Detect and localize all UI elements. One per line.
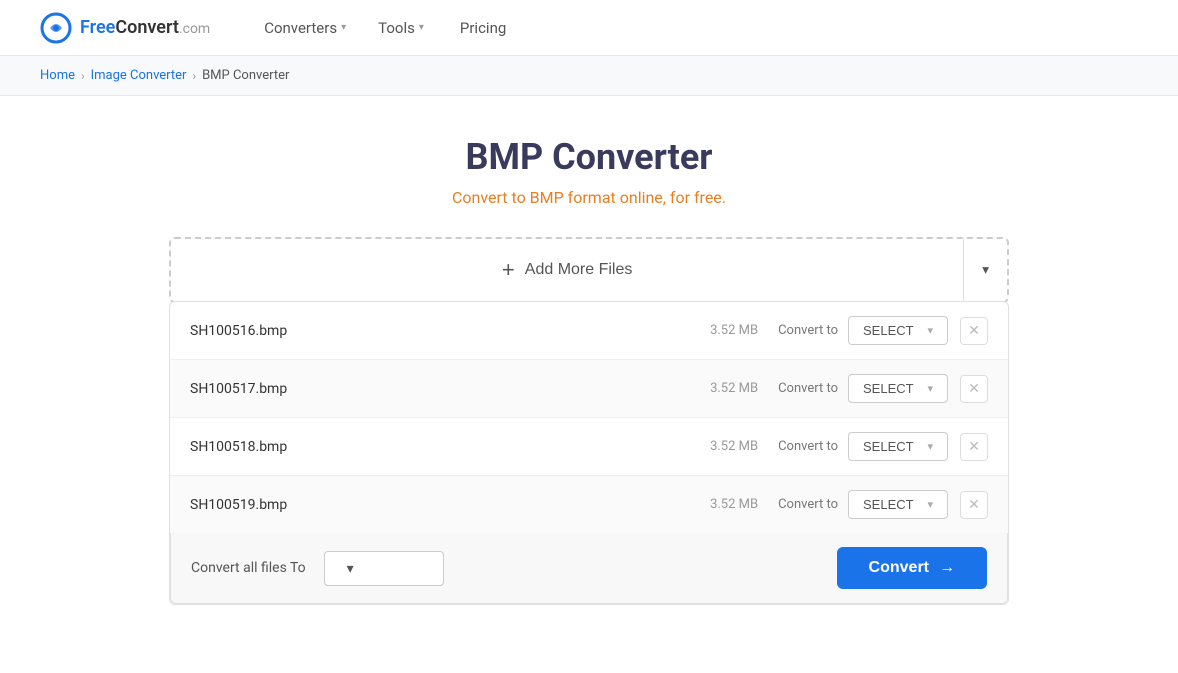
file-size: 3.52 MB bbox=[698, 323, 758, 338]
convert-to-label: Convert to bbox=[778, 323, 838, 338]
logo-free: Free bbox=[80, 17, 115, 38]
remove-file-button[interactable]: ✕ bbox=[960, 375, 988, 403]
file-section: SH100516.bmp 3.52 MB Convert to SELECT ▾… bbox=[169, 301, 1009, 605]
format-select-label: SELECT bbox=[863, 381, 914, 396]
remove-icon: ✕ bbox=[968, 322, 980, 339]
format-select-button[interactable]: SELECT ▾ bbox=[848, 432, 948, 461]
add-files-button[interactable]: + Add More Files bbox=[171, 239, 963, 301]
breadcrumb-current: BMP Converter bbox=[202, 68, 289, 83]
select-chevron-icon: ▾ bbox=[927, 324, 933, 337]
logo-icon bbox=[40, 12, 72, 44]
file-name: SH100518.bmp bbox=[190, 439, 698, 455]
select-chevron-icon: ▾ bbox=[927, 498, 933, 511]
file-name: SH100519.bmp bbox=[190, 497, 698, 513]
convert-all-left: Convert all files To ▾ bbox=[191, 551, 444, 586]
breadcrumb-sep-1: › bbox=[81, 69, 85, 83]
breadcrumb-sep-2: › bbox=[192, 69, 196, 83]
file-size: 3.52 MB bbox=[698, 497, 758, 512]
convert-arrow-icon: → bbox=[939, 559, 955, 577]
navbar: FreeConvert.com Converters ▾ Tools ▾ Pri… bbox=[0, 0, 1178, 56]
remove-file-button[interactable]: ✕ bbox=[960, 491, 988, 519]
convert-button[interactable]: Convert → bbox=[837, 547, 987, 589]
convert-to-label: Convert to bbox=[778, 497, 838, 512]
select-chevron-icon: ▾ bbox=[927, 440, 933, 453]
nav-converters[interactable]: Converters ▾ bbox=[250, 11, 360, 45]
nav-tools[interactable]: Tools ▾ bbox=[364, 11, 438, 45]
convert-all-select[interactable]: ▾ bbox=[324, 551, 444, 586]
convert-all-label: Convert all files To bbox=[191, 560, 306, 576]
remove-icon: ✕ bbox=[968, 380, 980, 397]
select-chevron-icon: ▾ bbox=[927, 382, 933, 395]
table-row: SH100519.bmp 3.52 MB Convert to SELECT ▾… bbox=[170, 476, 1008, 533]
logo-convert: Convert bbox=[115, 17, 179, 38]
format-select-label: SELECT bbox=[863, 439, 914, 454]
format-select-label: SELECT bbox=[863, 323, 914, 338]
page-title: BMP Converter bbox=[465, 136, 712, 178]
table-row: SH100518.bmp 3.52 MB Convert to SELECT ▾… bbox=[170, 418, 1008, 476]
format-select-button[interactable]: SELECT ▾ bbox=[848, 374, 948, 403]
table-row: SH100516.bmp 3.52 MB Convert to SELECT ▾… bbox=[170, 302, 1008, 360]
convert-button-label: Convert bbox=[869, 559, 929, 577]
file-name: SH100516.bmp bbox=[190, 323, 698, 339]
converters-chevron-icon: ▾ bbox=[341, 22, 346, 33]
remove-icon: ✕ bbox=[968, 496, 980, 513]
convert-to-label: Convert to bbox=[778, 439, 838, 454]
file-name: SH100517.bmp bbox=[190, 381, 698, 397]
tools-chevron-icon: ▾ bbox=[419, 22, 424, 33]
page-subtitle: Convert to BMP format online, for free. bbox=[452, 188, 726, 207]
add-files-label: Add More Files bbox=[525, 261, 633, 279]
file-area: + Add More Files ▾ SH100516.bmp 3.52 MB … bbox=[169, 237, 1009, 605]
remove-icon: ✕ bbox=[968, 438, 980, 455]
format-select-button[interactable]: SELECT ▾ bbox=[848, 490, 948, 519]
convert-all-chevron-icon: ▾ bbox=[347, 560, 354, 577]
format-select-button[interactable]: SELECT ▾ bbox=[848, 316, 948, 345]
format-select-label: SELECT bbox=[863, 497, 914, 512]
logo-com: .com bbox=[179, 21, 210, 37]
add-files-chevron-icon: ▾ bbox=[982, 262, 989, 278]
nav-pricing[interactable]: Pricing bbox=[446, 11, 520, 45]
file-size: 3.52 MB bbox=[698, 381, 758, 396]
logo[interactable]: FreeConvert.com bbox=[40, 12, 210, 44]
breadcrumb-image-converter[interactable]: Image Converter bbox=[91, 68, 187, 83]
breadcrumb: Home › Image Converter › BMP Converter bbox=[0, 56, 1178, 96]
remove-file-button[interactable]: ✕ bbox=[960, 433, 988, 461]
file-size: 3.52 MB bbox=[698, 439, 758, 454]
nav-links: Converters ▾ Tools ▾ Pricing bbox=[250, 11, 520, 45]
add-files-dropdown-button[interactable]: ▾ bbox=[964, 239, 1007, 301]
main: BMP Converter Convert to BMP format onli… bbox=[0, 96, 1178, 645]
breadcrumb-home[interactable]: Home bbox=[40, 68, 75, 83]
bottom-bar: Convert all files To ▾ Convert → bbox=[170, 533, 1008, 604]
remove-file-button[interactable]: ✕ bbox=[960, 317, 988, 345]
plus-icon: + bbox=[502, 257, 515, 283]
table-row: SH100517.bmp 3.52 MB Convert to SELECT ▾… bbox=[170, 360, 1008, 418]
convert-to-label: Convert to bbox=[778, 381, 838, 396]
file-list: SH100516.bmp 3.52 MB Convert to SELECT ▾… bbox=[170, 302, 1008, 533]
add-files-bar: + Add More Files ▾ bbox=[169, 237, 1009, 303]
